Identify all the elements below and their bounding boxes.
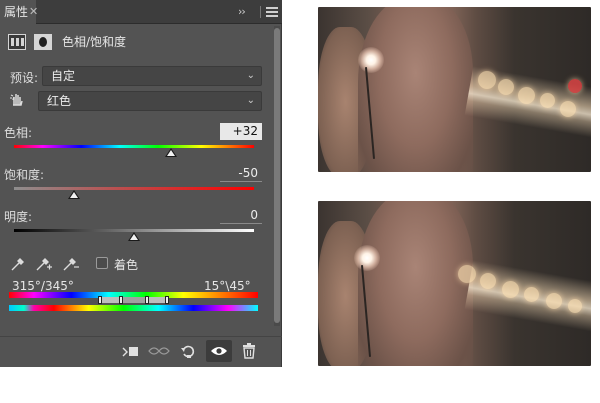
eyedropper-icon[interactable] [10, 256, 28, 272]
caption-strip [10, 388, 590, 403]
range-right-readout: 15°\45° [204, 279, 251, 293]
preset-label: 预设: [10, 71, 39, 85]
visibility-icon[interactable] [206, 340, 232, 362]
output-spectrum-bar [9, 305, 258, 311]
lightness-value-field[interactable]: 0 [220, 207, 262, 224]
divider [260, 6, 261, 18]
hue-slider-track[interactable] [14, 145, 254, 148]
tab-label: 属性 [4, 5, 29, 19]
panel-header: 属性 ✕ ›› [0, 0, 282, 24]
lightness-slider-thumb[interactable] [128, 232, 140, 241]
color-range-core[interactable] [121, 297, 148, 303]
clip-to-layer-icon[interactable] [118, 340, 144, 362]
panel-footer [0, 336, 282, 367]
saturation-slider-thumb[interactable] [68, 190, 80, 199]
preset-value: 自定 [51, 69, 76, 83]
delete-icon[interactable] [236, 340, 262, 362]
eyedropper-minus-icon[interactable] [62, 256, 80, 272]
range-handle-inner-left[interactable] [119, 296, 123, 304]
after-photo [318, 201, 591, 366]
colorize-label: 着色 [114, 258, 139, 272]
targeted-adjustment-hand-icon[interactable] [10, 91, 26, 111]
collapse-icon[interactable]: ›› [238, 0, 246, 24]
range-handle-outer-left[interactable] [98, 296, 102, 304]
channel-value: 红色 [47, 94, 72, 108]
saturation-value-field[interactable]: -50 [220, 165, 262, 182]
reset-icon[interactable] [175, 340, 201, 362]
adjustment-title: 色相/饱和度 [62, 35, 127, 49]
hue-saturation-adjustment-icon[interactable] [8, 34, 26, 50]
lightness-label: 明度: [4, 210, 33, 224]
chevron-down-icon: ⌄ [246, 70, 255, 81]
range-handle-outer-right[interactable] [165, 296, 169, 304]
layer-mask-icon[interactable] [34, 34, 52, 50]
view-previous-icon[interactable] [146, 340, 172, 362]
preset-select[interactable]: 自定 ⌄ [42, 66, 262, 86]
hue-slider-thumb[interactable] [165, 148, 178, 157]
chevron-down-icon: ⌄ [246, 95, 255, 106]
panel-menu-icon[interactable] [266, 7, 278, 17]
hue-value-field[interactable]: +32 [220, 123, 262, 140]
saturation-slider-track[interactable] [14, 187, 254, 190]
saturation-label: 饱和度: [4, 168, 45, 182]
scrollbar-thumb[interactable] [274, 28, 280, 323]
eyedropper-plus-icon[interactable] [35, 256, 53, 272]
properties-panel: 属性 ✕ ›› 色相/饱和度 预设: 自定 ⌄ 红色 ⌄ 色相: +32 饱和度… [0, 0, 282, 367]
hue-label: 色相: [4, 126, 33, 140]
channel-select[interactable]: 红色 ⌄ [38, 91, 262, 111]
range-handle-inner-right[interactable] [145, 296, 149, 304]
range-left-readout: 315°/345° [12, 279, 74, 293]
colorize-checkbox[interactable] [96, 257, 108, 269]
close-icon[interactable]: ✕ [29, 0, 38, 24]
before-photo [318, 7, 591, 172]
